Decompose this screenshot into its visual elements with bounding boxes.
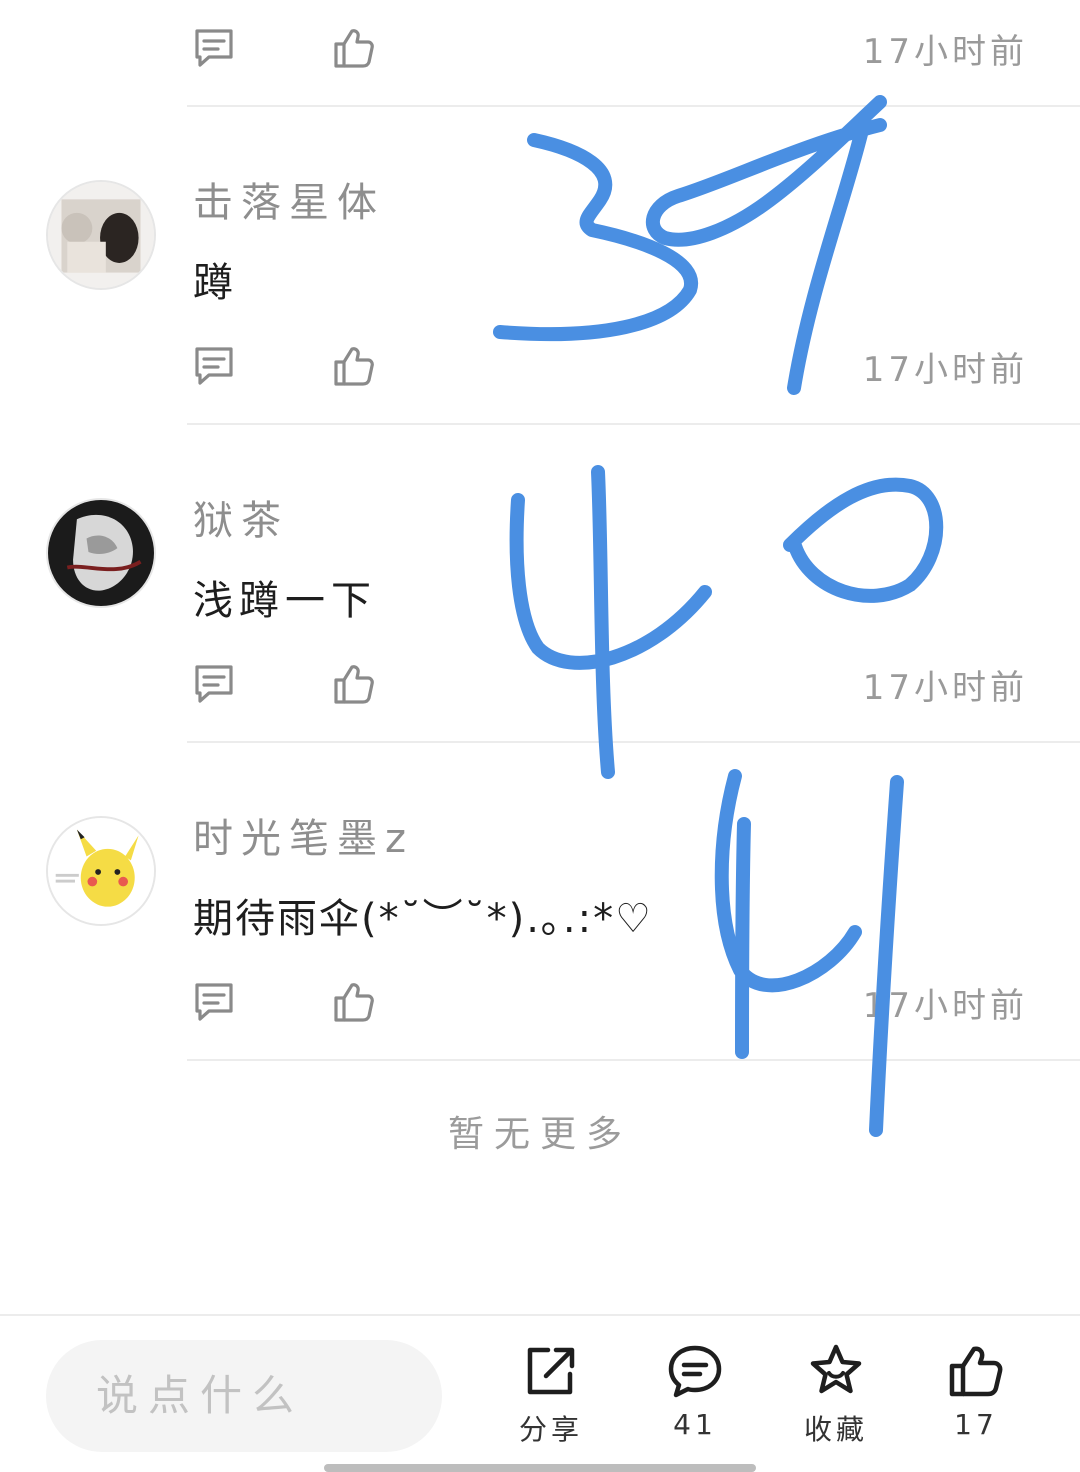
avatar[interactable] xyxy=(46,180,156,290)
like-button[interactable]: 17 xyxy=(921,1342,1031,1442)
like-icon[interactable] xyxy=(332,980,376,1024)
annotation-39 xyxy=(493,95,887,395)
comment-time: 17小时前 xyxy=(862,986,1028,1026)
comment-button[interactable]: 41 xyxy=(640,1342,750,1442)
star-icon xyxy=(807,1342,865,1400)
share-button[interactable]: 分享 xyxy=(496,1342,606,1446)
thumbs-up-icon xyxy=(947,1342,1005,1400)
reply-icon[interactable] xyxy=(192,980,236,1024)
home-indicator[interactable] xyxy=(324,1464,756,1472)
comment-input[interactable]: 说点什么 xyxy=(46,1340,442,1452)
comment-username[interactable]: 时光笔墨z xyxy=(193,806,414,864)
annotation-41 xyxy=(714,769,904,1137)
reply-icon[interactable] xyxy=(192,344,236,388)
share-label: 分享 xyxy=(518,1413,583,1446)
favorite-button[interactable]: 收藏 xyxy=(781,1342,891,1446)
share-icon xyxy=(522,1342,580,1400)
comment-time: 17小时前 xyxy=(862,32,1028,72)
reply-icon[interactable] xyxy=(192,26,236,70)
divider xyxy=(187,423,1080,425)
comment-username[interactable]: 狱茶 xyxy=(193,488,289,546)
avatar[interactable] xyxy=(46,816,156,926)
comment-content: 浅蹲一下 xyxy=(193,578,377,624)
divider xyxy=(187,741,1080,743)
bottom-bar-divider xyxy=(0,1314,1080,1316)
comment-time: 17小时前 xyxy=(862,350,1028,390)
comment-count: 41 xyxy=(673,1408,717,1441)
divider xyxy=(187,105,1080,107)
like-icon[interactable] xyxy=(332,344,376,388)
comment-username[interactable]: 击落星体 xyxy=(193,170,385,228)
like-icon[interactable] xyxy=(332,26,376,70)
comment-content: 期待雨伞(*˘︶˘*).｡.:*♡ xyxy=(193,896,653,942)
comment-time: 17小时前 xyxy=(862,668,1028,708)
divider xyxy=(187,1059,1080,1061)
comment-content: 蹲 xyxy=(193,260,239,306)
reply-icon[interactable] xyxy=(192,662,236,706)
avatar[interactable] xyxy=(46,498,156,608)
annotation-40 xyxy=(509,465,944,779)
no-more-text: 暂无更多 xyxy=(447,1114,632,1155)
favorite-label: 收藏 xyxy=(803,1413,868,1446)
handwritten-annotations xyxy=(493,95,944,1137)
like-count: 17 xyxy=(954,1408,998,1441)
comment-icon xyxy=(666,1342,724,1400)
like-icon[interactable] xyxy=(332,662,376,706)
